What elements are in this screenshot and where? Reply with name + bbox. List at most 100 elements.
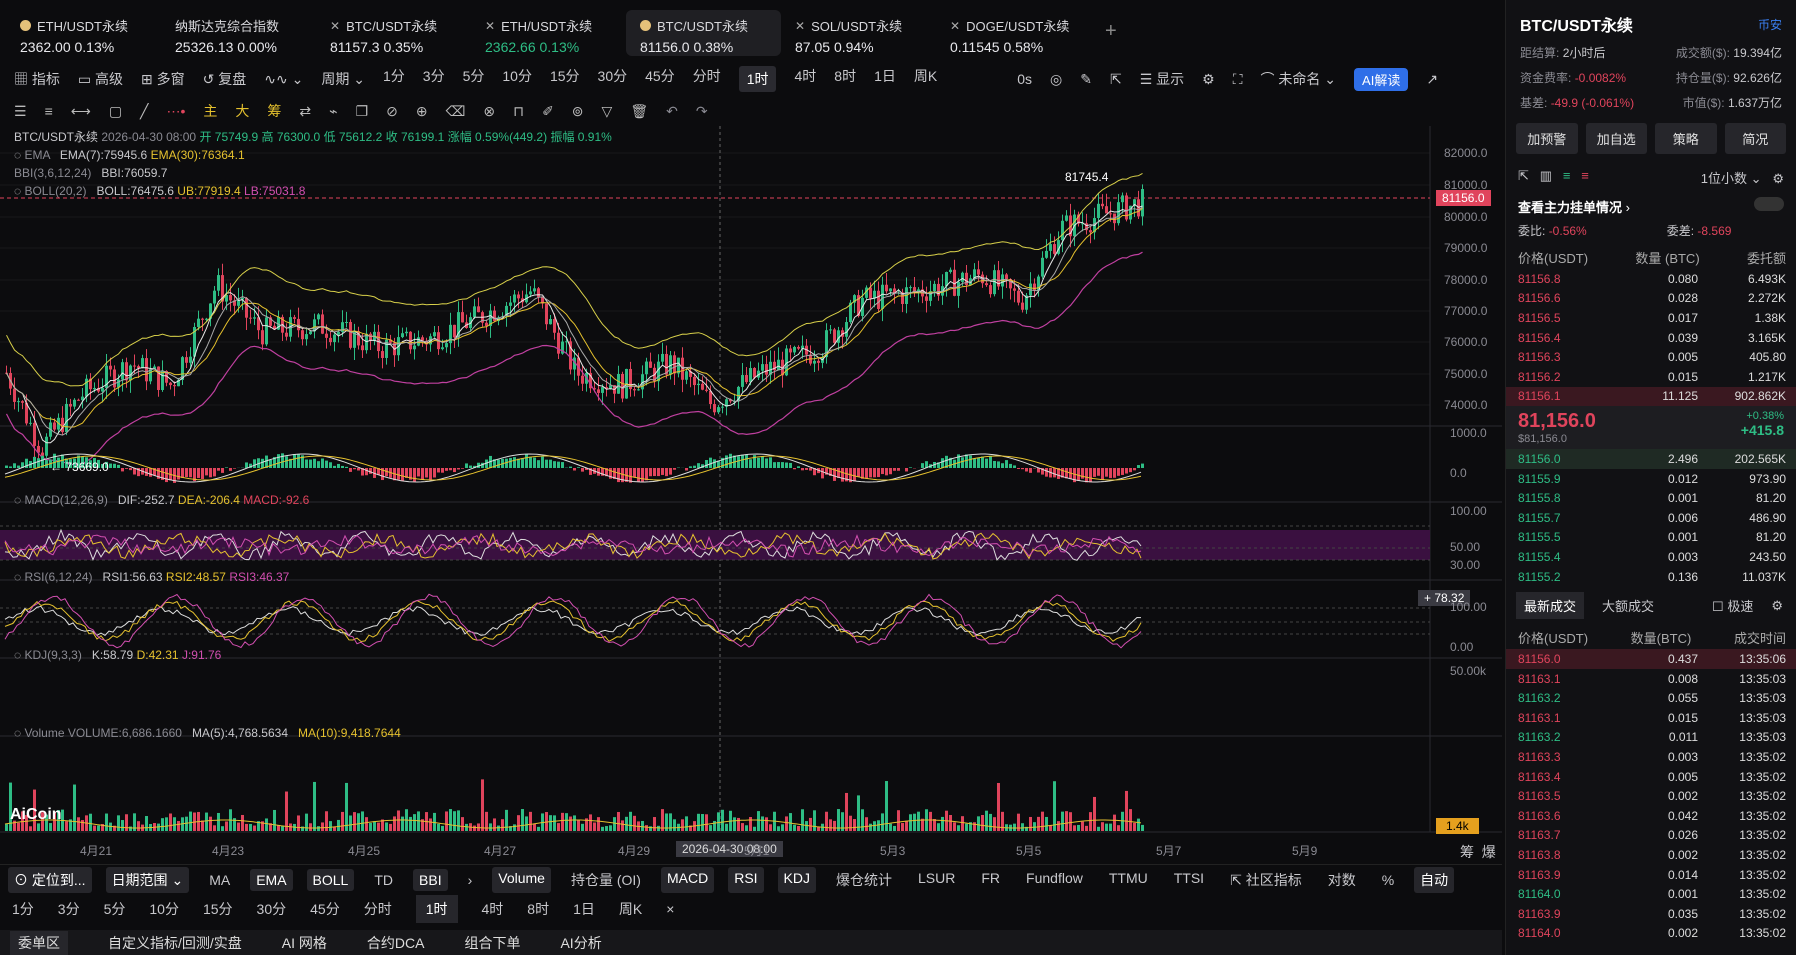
redo-icon[interactable]: ↷: [696, 103, 708, 120]
magnet-icon[interactable]: ⊚: [572, 103, 584, 120]
symbol-tab[interactable]: ✕ DOGE/USDT永续 0.11545 0.58%: [936, 10, 1091, 56]
main-indicator[interactable]: EMA: [250, 868, 293, 891]
column-header[interactable]: 价格(USDT): [1518, 248, 1588, 267]
main-button[interactable]: 主: [203, 101, 217, 121]
period-dropdown[interactable]: 周期 ⌄: [321, 69, 365, 89]
fast-checkbox[interactable]: ☐ 极速: [1712, 596, 1753, 615]
decimal-dropdown[interactable]: 1位小数: [1701, 171, 1747, 186]
interval-4[interactable]: 15分: [550, 66, 580, 92]
rect-icon[interactable]: ▢: [109, 103, 122, 120]
eraser-icon[interactable]: ⌫: [446, 103, 466, 120]
book-row[interactable]: 81156.8 0.080 6.493K: [1506, 269, 1796, 289]
book-row[interactable]: 81156.0 0.437 13:35:06: [1506, 649, 1796, 669]
panel-tab[interactable]: 委单区: [10, 930, 68, 955]
bottom-interval[interactable]: 5分: [104, 899, 126, 919]
panel-button[interactable]: 简况: [1724, 123, 1786, 154]
sub-indicator[interactable]: TTMU: [1103, 867, 1154, 893]
undo-icon[interactable]: ↶: [666, 103, 678, 120]
book-row[interactable]: 81163.1 0.008 13:35:03: [1506, 669, 1796, 689]
interval-7[interactable]: 分时: [693, 66, 721, 92]
symbol-tab[interactable]: ✕ ETH/USDT永续 2362.66 0.13%: [471, 10, 626, 56]
multi-window-button[interactable]: ⊞ 多窗: [141, 69, 185, 89]
interval-5[interactable]: 30分: [598, 66, 628, 92]
interval-9[interactable]: 4时: [794, 66, 816, 92]
main-indicator[interactable]: BOLL: [306, 868, 355, 891]
auto-toggle[interactable]: 自动: [1414, 866, 1455, 893]
sub-indicator[interactable]: LSUR: [912, 867, 961, 893]
bottom-interval[interactable]: 30分: [257, 899, 287, 919]
bottom-interval[interactable]: 1时: [415, 895, 458, 923]
menu-icon[interactable]: ☰: [14, 103, 27, 120]
column-header[interactable]: 价格(USDT): [1518, 628, 1588, 647]
trash-icon[interactable]: 🗑: [630, 103, 648, 120]
column-header[interactable]: 成交时间: [1734, 628, 1786, 647]
add-tab-icon[interactable]: +: [1105, 20, 1117, 43]
sub-indicator[interactable]: MACD: [660, 866, 715, 893]
settings-icon[interactable]: ⚙: [1202, 71, 1215, 88]
big-button[interactable]: 大: [235, 101, 249, 121]
expand-icon[interactable]: ⇱: [1110, 71, 1122, 88]
symbol-tab[interactable]: ✕ SOL/USDT永续 87.05 0.94%: [781, 10, 936, 56]
big-trades-tab[interactable]: 大额成交: [1602, 596, 1654, 615]
panel-button[interactable]: 加预警: [1516, 123, 1578, 154]
book-row[interactable]: 81163.2 0.055 13:35:03: [1506, 689, 1796, 709]
book-row[interactable]: 81156.3 0.005 405.80: [1506, 347, 1796, 367]
chart-type-icon[interactable]: ∿∿ ⌄: [264, 71, 303, 88]
copy-icon[interactable]: ❐: [356, 103, 369, 120]
panel-button[interactable]: 加自选: [1585, 123, 1647, 154]
display-button[interactable]: ☰ 显示: [1140, 69, 1184, 89]
bottom-interval[interactable]: 分时: [364, 899, 392, 919]
sub-indicator[interactable]: Volume: [492, 866, 551, 893]
sub-indicator[interactable]: 爆仓统计: [830, 867, 898, 893]
sub-indicator[interactable]: RSI: [728, 866, 764, 893]
book-row[interactable]: 81163.9 0.035 13:35:02: [1506, 904, 1796, 924]
book-row[interactable]: 81156.5 0.017 1.38K: [1506, 308, 1796, 328]
sub-indicator[interactable]: Fundflow: [1020, 867, 1089, 893]
interval-10[interactable]: 8时: [834, 66, 856, 92]
sub-indicator[interactable]: KDJ: [777, 866, 816, 893]
bottom-interval[interactable]: 1分: [12, 899, 34, 919]
bottom-interval[interactable]: 3分: [58, 899, 80, 919]
interval-8[interactable]: 1时: [738, 66, 777, 92]
lock-icon[interactable]: ⊓: [513, 103, 524, 120]
column-header[interactable]: 委托额: [1747, 248, 1786, 267]
edit-icon[interactable]: ✐: [542, 103, 554, 120]
sync-icon[interactable]: ⇄: [299, 103, 311, 120]
book-row[interactable]: 81163.8 0.002 13:35:02: [1506, 845, 1796, 865]
sub-indicator[interactable]: 持仓量 (OI): [565, 867, 647, 893]
exchange-link[interactable]: 币安: [1758, 16, 1782, 33]
bottom-interval[interactable]: 1日: [573, 899, 595, 919]
percent-toggle[interactable]: %: [1376, 869, 1400, 891]
camera-icon[interactable]: ◎: [1050, 71, 1062, 88]
symbol-tab[interactable]: ETH/USDT永续 2362.00 0.13%: [6, 10, 161, 56]
bottom-interval[interactable]: 8时: [527, 899, 549, 919]
interval-0[interactable]: 1分: [383, 66, 405, 92]
depth-row[interactable]: 查看主力挂单情况 ›: [1506, 187, 1796, 216]
main-indicator[interactable]: TD: [368, 869, 399, 891]
bottom-interval[interactable]: 周K: [619, 899, 642, 919]
replay-button[interactable]: ↺ 复盘: [203, 69, 247, 89]
hlines-icon[interactable]: ≡: [45, 103, 53, 119]
book-row[interactable]: 81164.0 0.001 13:35:02: [1506, 884, 1796, 904]
book-row[interactable]: 81163.2 0.011 13:35:03: [1506, 728, 1796, 748]
panel-tab[interactable]: 合约DCA: [367, 933, 425, 953]
interval-6[interactable]: 45分: [645, 66, 675, 92]
book-row[interactable]: 81163.6 0.042 13:35:02: [1506, 806, 1796, 826]
book-row[interactable]: 81156.4 0.039 3.165K: [1506, 328, 1796, 348]
ray-icon[interactable]: ⋯•: [166, 103, 185, 120]
zoom-icon[interactable]: ⊕: [416, 103, 428, 120]
latest-trades-tab[interactable]: 最新成交: [1516, 592, 1585, 620]
settings-icon[interactable]: ⚙: [1771, 598, 1783, 614]
book-row[interactable]: 81155.5 0.001 81.20: [1506, 528, 1796, 548]
book-row[interactable]: 81163.4 0.005 13:35:02: [1506, 767, 1796, 787]
close-icon[interactable]: ✕: [330, 19, 340, 33]
book-row[interactable]: 81156.6 0.028 2.272K: [1506, 289, 1796, 309]
link-icon[interactable]: ⊘: [386, 103, 398, 120]
book-row[interactable]: 81156.0 2.496 202.565K: [1506, 449, 1796, 469]
line-icon[interactable]: ⟷: [71, 103, 91, 120]
book-row[interactable]: 81164.0 0.002 13:35:02: [1506, 924, 1796, 944]
layout-dropdown[interactable]: ⌒ 未命名 ⌄: [1261, 69, 1337, 89]
book-row[interactable]: 81163.9 0.014 13:35:02: [1506, 865, 1796, 885]
chip-toggle[interactable]: 筹 爆: [1460, 842, 1496, 862]
interval-11[interactable]: 1日: [874, 66, 896, 92]
